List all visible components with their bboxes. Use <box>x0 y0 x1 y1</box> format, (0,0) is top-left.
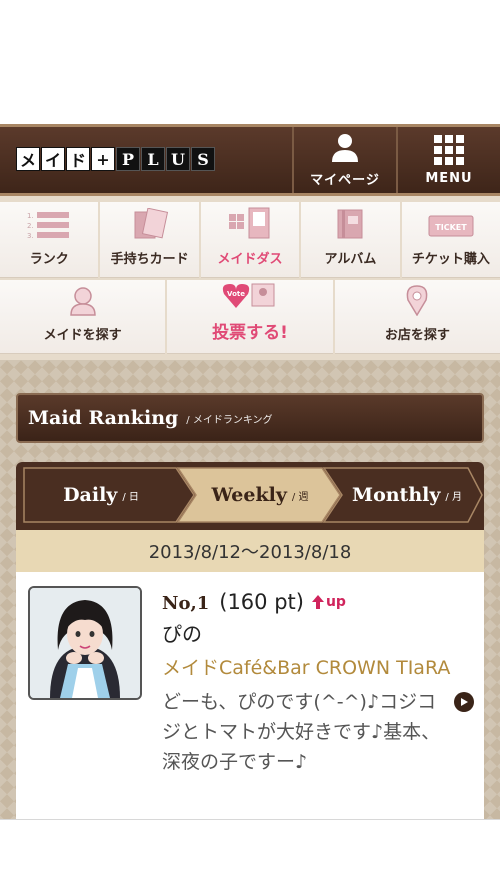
svg-text:3.: 3. <box>27 232 34 240</box>
nav-item-vote[interactable]: Vote 投票する! <box>167 280 333 354</box>
logo-char: ド <box>66 147 90 171</box>
maid-portrait <box>30 588 140 698</box>
tab-daily-label: Daily <box>63 484 118 506</box>
play-arrow-icon <box>461 698 468 706</box>
cards-icon <box>134 208 168 239</box>
mypage-button[interactable]: マイページ <box>292 127 396 193</box>
ranking-panel: Daily / 日 Weekly / 週 Monthly / 月 2013/8/… <box>16 462 484 819</box>
menu-button[interactable]: MENU <box>396 127 500 193</box>
vote-icon: Vote <box>222 283 275 308</box>
tab-daily[interactable]: Daily / 日 <box>26 468 176 522</box>
ticket-icon-text: TICKET <box>435 223 467 232</box>
svg-text:2.: 2. <box>27 222 34 230</box>
nav-label: 投票する! <box>212 323 288 343</box>
entry-detail-button[interactable] <box>454 692 474 712</box>
app-header: メ イ ド + P L U S マイページ MENU <box>0 124 500 196</box>
nav-item-cards[interactable]: 手持ちカード <box>100 202 199 278</box>
album-icon <box>337 209 363 239</box>
tab-monthly-sub: / 月 <box>445 491 462 503</box>
ranking-title: Maid Ranking <box>28 407 179 429</box>
up-arrow-icon <box>311 595 324 609</box>
app-logo: メ イ ド + P L U S <box>16 147 216 173</box>
location-pin-icon <box>407 285 428 316</box>
entry-info: No,1 (160 pt) up ぴの メイドCafé&Bar CROWN TI… <box>162 590 462 777</box>
nav-item-rank[interactable]: 1. 2. 3. ランク <box>0 202 99 278</box>
user-icon <box>332 133 358 162</box>
nav-label: ランク <box>29 252 69 267</box>
maid-photo[interactable] <box>28 586 142 700</box>
logo-char: U <box>166 147 190 171</box>
logo-char: L <box>141 147 165 171</box>
ticket-icon: TICKET <box>428 215 474 237</box>
maid-dus-icon <box>229 207 270 239</box>
trend-up-badge: up <box>311 594 346 610</box>
ranking-subtitle: / メイドランキング <box>186 414 273 426</box>
bottom-area <box>0 819 500 887</box>
svg-text:1.: 1. <box>27 212 34 220</box>
nav-label: メイドを探す <box>43 328 122 343</box>
tab-weekly-label: Weekly <box>211 484 287 506</box>
nav-grid: 1. 2. 3. ランク 手持ちカード メイドダス アルバム TICKET チケ… <box>0 196 500 360</box>
logo-char: + <box>91 147 115 171</box>
logo-char: イ <box>41 147 65 171</box>
ranking-banner: Maid Ranking / メイドランキング <box>16 393 484 443</box>
period-tabs: Daily / 日 Weekly / 週 Monthly / 月 <box>16 462 484 530</box>
rank-points: (160 pt) <box>219 590 304 614</box>
tab-monthly[interactable]: Monthly / 月 <box>340 468 474 522</box>
shop-name[interactable]: メイドCafé&Bar CROWN TIaRA <box>162 653 452 683</box>
logo-area[interactable]: メ イ ド + P L U S <box>0 127 292 193</box>
grid-menu-icon <box>434 134 464 165</box>
ranking-entry[interactable]: No,1 (160 pt) up ぴの メイドCafé&Bar CROWN TI… <box>16 572 484 819</box>
rank-list-icon: 1. 2. 3. <box>27 212 70 240</box>
nav-label: お店を探す <box>384 328 450 343</box>
date-range: 2013/8/12〜2013/8/18 <box>16 530 484 572</box>
nav-label: メイドダス <box>217 252 283 267</box>
logo-char: メ <box>16 147 40 171</box>
nav-item-maid-dus[interactable]: メイドダス <box>200 202 300 278</box>
maid-name: ぴの <box>162 622 202 646</box>
nav-label: チケット購入 <box>411 252 490 267</box>
maid-search-icon <box>69 287 96 316</box>
mypage-label: マイページ <box>310 172 380 188</box>
tab-weekly[interactable]: Weekly / 週 <box>192 468 328 522</box>
tab-daily-sub: / 日 <box>122 491 139 503</box>
logo-char: P <box>116 147 140 171</box>
logo-char: S <box>191 147 215 171</box>
nav-label: 手持ちカード <box>110 252 189 267</box>
menu-label: MENU <box>425 170 473 186</box>
nav-item-search-shop[interactable]: お店を探す <box>334 280 500 354</box>
maid-description: どーも、ぴのです(^-^)♪コジコジとトマトが大好きです♪基本、深夜の子ですー♪ <box>162 691 441 773</box>
tab-weekly-sub: / 週 <box>291 491 309 503</box>
nav-item-search-maid[interactable]: メイドを探す <box>0 280 166 354</box>
trend-label: up <box>325 594 346 610</box>
vote-icon-text: Vote <box>227 290 245 298</box>
nav-label: アルバム <box>324 252 377 267</box>
tab-monthly-label: Monthly <box>352 484 441 506</box>
rank-number: No,1 <box>162 593 210 614</box>
nav-item-ticket[interactable]: TICKET チケット購入 <box>401 202 500 278</box>
nav-item-album[interactable]: アルバム <box>301 202 400 278</box>
